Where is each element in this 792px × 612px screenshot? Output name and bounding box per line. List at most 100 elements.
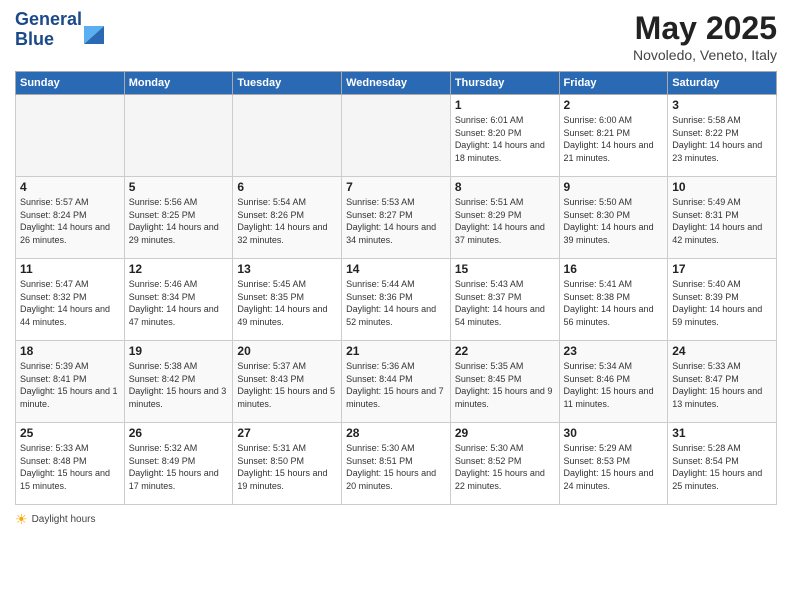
day-info: Sunrise: 5:37 AMSunset: 8:43 PMDaylight:… [237, 360, 337, 410]
day-number: 22 [455, 344, 555, 358]
calendar-cell: 9 Sunrise: 5:50 AMSunset: 8:30 PMDaylight… [559, 177, 668, 259]
day-info: Sunrise: 5:41 AMSunset: 8:38 PMDaylight:… [564, 278, 664, 328]
day-number: 4 [20, 180, 120, 194]
day-number: 31 [672, 426, 772, 440]
calendar-cell: 11Sunrise: 5:47 AMSunset: 8:32 PMDayligh… [16, 259, 125, 341]
day-info: Sunrise: 5:28 AMSunset: 8:54 PMDaylight:… [672, 442, 772, 492]
day-info: Sunrise: 5:49 AMSunset: 8:31 PMDaylight:… [672, 196, 772, 246]
calendar-cell: 10Sunrise: 5:49 AMSunset: 8:31 PMDayligh… [668, 177, 777, 259]
calendar-cell: 31 Sunrise: 5:28 AMSunset: 8:54 PMDayligh… [668, 423, 777, 505]
day-number: 30 [564, 426, 664, 440]
calendar-cell: 3 Sunrise: 5:58 AMSunset: 8:22 PMDaylight… [668, 95, 777, 177]
calendar-header-thursday: Thursday [450, 72, 559, 95]
calendar-cell: 7 Sunrise: 5:53 AMSunset: 8:27 PMDaylight… [342, 177, 451, 259]
week-row-5: 25 Sunrise: 5:33 AMSunset: 8:48 PMDayligh… [16, 423, 777, 505]
logo-text: General Blue [15, 10, 82, 50]
day-number: 6 [237, 180, 337, 194]
week-row-3: 11Sunrise: 5:47 AMSunset: 8:32 PMDayligh… [16, 259, 777, 341]
day-number: 8 [455, 180, 555, 194]
day-info: Sunrise: 5:30 AMSunset: 8:51 PMDaylight:… [346, 442, 446, 492]
calendar-cell: 20 Sunrise: 5:37 AMSunset: 8:43 PMDayligh… [233, 341, 342, 423]
day-info: Sunrise: 5:54 AMSunset: 8:26 PMDaylight:… [237, 196, 337, 246]
calendar-cell: 14 Sunrise: 5:44 AMSunset: 8:36 PMDayligh… [342, 259, 451, 341]
day-number: 24 [672, 344, 772, 358]
day-info: Sunrise: 5:29 AMSunset: 8:53 PMDaylight:… [564, 442, 664, 492]
calendar-cell: 28Sunrise: 5:30 AMSunset: 8:51 PMDayligh… [342, 423, 451, 505]
day-info: Sunrise: 5:53 AMSunset: 8:27 PMDaylight:… [346, 196, 446, 246]
calendar-cell: 22 Sunrise: 5:35 AMSunset: 8:45 PMDayligh… [450, 341, 559, 423]
day-info: Sunrise: 5:32 AMSunset: 8:49 PMDaylight:… [129, 442, 229, 492]
day-number: 12 [129, 262, 229, 276]
calendar-cell: 25 Sunrise: 5:33 AMSunset: 8:48 PMDayligh… [16, 423, 125, 505]
day-number: 23 [564, 344, 664, 358]
page: General Blue May 2025 Novoledo, Veneto, … [0, 0, 792, 612]
day-info: Sunrise: 5:39 AMSunset: 8:41 PMDaylight:… [20, 360, 120, 410]
day-number: 21 [346, 344, 446, 358]
logo-line2: Blue [15, 30, 82, 50]
logo-line1: General [15, 10, 82, 30]
calendar-cell: 13 Sunrise: 5:45 AMSunset: 8:35 PMDayligh… [233, 259, 342, 341]
sun-icon: ☀ [15, 511, 28, 528]
day-number: 13 [237, 262, 337, 276]
calendar-header-saturday: Saturday [668, 72, 777, 95]
day-number: 25 [20, 426, 120, 440]
calendar-header-monday: Monday [124, 72, 233, 95]
calendar-cell: 2Sunrise: 6:00 AMSunset: 8:21 PMDaylight… [559, 95, 668, 177]
daylight-label: Daylight hours [32, 514, 96, 525]
day-info: Sunrise: 5:44 AMSunset: 8:36 PMDaylight:… [346, 278, 446, 328]
title-block: May 2025 Novoledo, Veneto, Italy [633, 10, 777, 63]
day-info: Sunrise: 5:35 AMSunset: 8:45 PMDaylight:… [455, 360, 555, 410]
day-number: 20 [237, 344, 337, 358]
day-number: 3 [672, 98, 772, 112]
day-info: Sunrise: 5:57 AMSunset: 8:24 PMDaylight:… [20, 196, 120, 246]
calendar-cell [124, 95, 233, 177]
week-row-1: 1Sunrise: 6:01 AMSunset: 8:20 PMDaylight… [16, 95, 777, 177]
day-info: Sunrise: 6:01 AMSunset: 8:20 PMDaylight:… [455, 114, 555, 164]
day-number: 11 [20, 262, 120, 276]
day-info: Sunrise: 5:33 AMSunset: 8:48 PMDaylight:… [20, 442, 120, 492]
calendar-cell: 6 Sunrise: 5:54 AMSunset: 8:26 PMDaylight… [233, 177, 342, 259]
day-info: Sunrise: 5:51 AMSunset: 8:29 PMDaylight:… [455, 196, 555, 246]
calendar-cell: 17Sunrise: 5:40 AMSunset: 8:39 PMDayligh… [668, 259, 777, 341]
calendar-cell [16, 95, 125, 177]
calendar-cell: 1Sunrise: 6:01 AMSunset: 8:20 PMDaylight… [450, 95, 559, 177]
day-info: Sunrise: 6:00 AMSunset: 8:21 PMDaylight:… [564, 114, 664, 164]
day-number: 5 [129, 180, 229, 194]
day-info: Sunrise: 5:40 AMSunset: 8:39 PMDaylight:… [672, 278, 772, 328]
calendar-header-friday: Friday [559, 72, 668, 95]
calendar-cell: 24Sunrise: 5:33 AMSunset: 8:47 PMDayligh… [668, 341, 777, 423]
day-info: Sunrise: 5:34 AMSunset: 8:46 PMDaylight:… [564, 360, 664, 410]
day-info: Sunrise: 5:38 AMSunset: 8:42 PMDaylight:… [129, 360, 229, 410]
logo-icon [84, 16, 104, 44]
day-number: 26 [129, 426, 229, 440]
calendar-header-sunday: Sunday [16, 72, 125, 95]
day-number: 29 [455, 426, 555, 440]
calendar-cell: 23 Sunrise: 5:34 AMSunset: 8:46 PMDayligh… [559, 341, 668, 423]
calendar-cell: 16 Sunrise: 5:41 AMSunset: 8:38 PMDayligh… [559, 259, 668, 341]
day-info: Sunrise: 5:45 AMSunset: 8:35 PMDaylight:… [237, 278, 337, 328]
calendar-cell: 18 Sunrise: 5:39 AMSunset: 8:41 PMDayligh… [16, 341, 125, 423]
day-info: Sunrise: 5:30 AMSunset: 8:52 PMDaylight:… [455, 442, 555, 492]
month-title: May 2025 [633, 10, 777, 47]
day-info: Sunrise: 5:46 AMSunset: 8:34 PMDaylight:… [129, 278, 229, 328]
day-info: Sunrise: 5:43 AMSunset: 8:37 PMDaylight:… [455, 278, 555, 328]
calendar-cell: 4 Sunrise: 5:57 AMSunset: 8:24 PMDaylight… [16, 177, 125, 259]
day-number: 18 [20, 344, 120, 358]
calendar-cell [233, 95, 342, 177]
day-number: 14 [346, 262, 446, 276]
calendar-cell: 8 Sunrise: 5:51 AMSunset: 8:29 PMDaylight… [450, 177, 559, 259]
day-info: Sunrise: 5:50 AMSunset: 8:30 PMDaylight:… [564, 196, 664, 246]
calendar-cell: 15Sunrise: 5:43 AMSunset: 8:37 PMDayligh… [450, 259, 559, 341]
calendar-cell: 29 Sunrise: 5:30 AMSunset: 8:52 PMDayligh… [450, 423, 559, 505]
day-info: Sunrise: 5:36 AMSunset: 8:44 PMDaylight:… [346, 360, 446, 410]
calendar-header-wednesday: Wednesday [342, 72, 451, 95]
calendar-cell: 30 Sunrise: 5:29 AMSunset: 8:53 PMDayligh… [559, 423, 668, 505]
day-number: 7 [346, 180, 446, 194]
calendar-cell: 19Sunrise: 5:38 AMSunset: 8:42 PMDayligh… [124, 341, 233, 423]
location-title: Novoledo, Veneto, Italy [633, 47, 777, 63]
day-info: Sunrise: 5:58 AMSunset: 8:22 PMDaylight:… [672, 114, 772, 164]
header: General Blue May 2025 Novoledo, Veneto, … [15, 10, 777, 63]
day-number: 9 [564, 180, 664, 194]
day-number: 16 [564, 262, 664, 276]
calendar-cell: 12 Sunrise: 5:46 AMSunset: 8:34 PMDayligh… [124, 259, 233, 341]
